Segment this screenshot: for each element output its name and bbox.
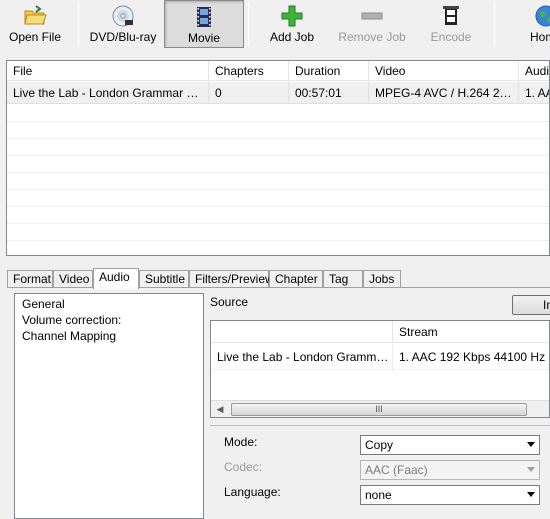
codec-select[interactable]: AAC (Faac) — [360, 460, 540, 480]
globe-home-icon — [535, 5, 550, 27]
film-icon — [197, 7, 211, 27]
audio-output-settings: Mode: Copy Codec: AAC (Faac) Language: n… — [210, 425, 550, 519]
add-job-label: Add Job — [269, 30, 315, 44]
remove-minus-icon — [361, 12, 383, 20]
mode-select[interactable]: Copy — [360, 435, 540, 455]
tab-subtitle[interactable]: Subtitle — [139, 270, 189, 288]
file-list-header: File Chapters Duration Video Audio — [7, 61, 549, 81]
tab-video[interactable]: Video — [53, 270, 93, 288]
column-header-video[interactable]: Video — [369, 61, 519, 81]
remove-job-button[interactable]: Remove Job — [336, 0, 408, 48]
column-header-duration[interactable]: Duration — [289, 61, 369, 81]
column-header-source-file[interactable] — [211, 321, 393, 343]
empty-row — [7, 241, 549, 255]
column-header-chapters[interactable]: Chapters — [209, 61, 289, 81]
toolbar-separator — [78, 2, 79, 46]
empty-row — [7, 224, 549, 241]
open-file-label: Open File — [8, 30, 62, 44]
home-button[interactable]: Home — [516, 0, 550, 48]
source-stream-table[interactable]: Stream Live the Lab - London Grammar ...… — [210, 320, 550, 418]
column-header-audio[interactable]: Audio — [519, 61, 549, 81]
home-label: Home — [529, 30, 550, 44]
horizontal-scrollbar[interactable]: ◀ III — [211, 400, 549, 417]
toolbar-separator — [494, 2, 495, 46]
info-button[interactable]: In — [512, 295, 550, 315]
tab-format[interactable]: Format — [7, 270, 53, 288]
tab-chapter[interactable]: Chapter — [269, 270, 323, 288]
empty-row — [7, 105, 549, 122]
tab-audio[interactable]: Audio — [93, 268, 139, 289]
cell-source-file: Live the Lab - London Grammar ... — [211, 344, 393, 370]
cell-audio: 1. AA — [519, 82, 549, 104]
empty-row — [7, 139, 549, 156]
audio-settings-list[interactable]: General Volume correction: Channel Mappi… — [14, 293, 204, 519]
empty-row — [7, 156, 549, 173]
dvd-bluray-button[interactable]: DVD/Blu-ray — [86, 0, 160, 48]
file-list[interactable]: File Chapters Duration Video Audio Live … — [6, 60, 550, 256]
add-job-button[interactable]: Add Job — [262, 0, 322, 48]
tab-jobs[interactable]: Jobs — [363, 270, 401, 288]
cell-file: Live the Lab - London Grammar Mont... — [7, 82, 209, 104]
mode-value: Copy — [365, 438, 394, 452]
list-item-channel-mapping[interactable]: Channel Mapping — [22, 328, 116, 344]
tab-tag[interactable]: Tag — [323, 270, 363, 288]
codec-label: Codec: — [224, 460, 263, 474]
codec-value: AAC (Faac) — [365, 463, 428, 477]
encode-button[interactable]: Encode — [422, 0, 480, 48]
toolbar-separator — [248, 2, 249, 46]
table-row[interactable]: Live the Lab - London Grammar ... 1. AAC… — [211, 344, 549, 370]
remove-job-label: Remove Job — [338, 30, 406, 44]
encode-label: Encode — [430, 30, 472, 44]
language-value: none — [365, 488, 392, 502]
dvd-bluray-label: DVD/Blu-ray — [89, 30, 157, 44]
cell-stream: 1. AAC 192 Kbps 44100 Hz 2 Ch — [393, 344, 549, 370]
cell-video: MPEG-4 AVC / H.264 25.0... — [369, 82, 519, 104]
scrollbar-thumb[interactable]: III — [231, 403, 527, 416]
language-label: Language: — [224, 485, 281, 499]
movie-label: Movie — [187, 31, 220, 45]
toolbar: Open File DVD/Blu-ray Movie Add Job Remo… — [0, 0, 550, 52]
tab-filters-preview[interactable]: Filters/Preview — [189, 270, 274, 288]
empty-row — [7, 190, 549, 207]
column-header-file[interactable]: File — [7, 61, 209, 81]
column-header-stream[interactable]: Stream — [393, 321, 549, 343]
language-select[interactable]: none — [360, 485, 540, 505]
table-row[interactable]: Live the Lab - London Grammar Mont... 0 … — [7, 82, 549, 104]
empty-row — [7, 207, 549, 224]
scroll-left-arrow-icon[interactable]: ◀ — [213, 404, 227, 415]
encode-film-icon — [443, 6, 459, 25]
chevron-down-icon — [527, 467, 535, 472]
disc-icon — [112, 5, 134, 27]
source-table-header: Stream — [211, 321, 549, 343]
chevron-down-icon — [527, 492, 535, 497]
open-file-button[interactable]: Open File — [4, 0, 66, 48]
cell-chapters: 0 — [209, 82, 289, 104]
chevron-down-icon — [527, 442, 535, 447]
list-item-volume-correction[interactable]: Volume correction: — [22, 312, 121, 328]
list-item-general[interactable]: General — [22, 296, 65, 312]
empty-row — [7, 173, 549, 190]
cell-duration: 00:57:01 — [289, 82, 369, 104]
source-label: Source — [210, 295, 249, 309]
mode-label: Mode: — [224, 435, 258, 449]
add-plus-icon — [281, 5, 303, 27]
movie-button[interactable]: Movie — [164, 0, 244, 48]
open-folder-icon — [24, 5, 47, 25]
empty-row — [7, 122, 549, 139]
